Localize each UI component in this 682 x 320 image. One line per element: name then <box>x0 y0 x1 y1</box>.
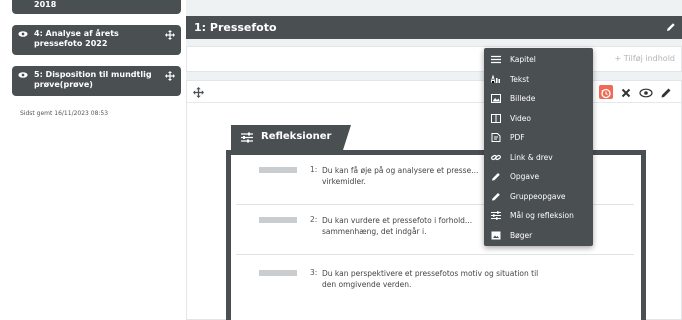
edit-button[interactable] <box>659 85 673 99</box>
sidebar-item-2018[interactable]: 2018 <box>12 0 181 14</box>
link-icon <box>491 154 501 160</box>
sidebar-item-label: 5: Disposition til mundtlig prøve(prøve) <box>34 70 152 89</box>
section-title: 1: Pressefoto <box>194 21 277 34</box>
question-number: 2: <box>310 215 318 224</box>
delete-button[interactable] <box>619 85 633 99</box>
last-saved-text: Sidst gemt 16/11/2023 08:53 <box>20 110 109 117</box>
sliders-icon <box>491 211 501 220</box>
eye-icon[interactable] <box>18 71 28 79</box>
pencil-icon[interactable] <box>666 22 676 32</box>
menu-item-pdf[interactable]: PDF <box>484 128 593 148</box>
sidebar-item-label: 2018 <box>34 0 57 9</box>
menu-item-label: Tekst <box>510 74 530 84</box>
plus-icon: + <box>614 54 624 63</box>
image-icon <box>491 94 501 103</box>
move-icon[interactable] <box>165 30 175 40</box>
section-header[interactable]: 1: Pressefoto <box>186 16 682 39</box>
block-toolbar <box>187 81 681 103</box>
pencil-icon <box>492 173 500 181</box>
question-placeholder-bar <box>259 217 297 223</box>
menu-item-label: Mål og refleksion <box>510 211 574 220</box>
menu-item-label: Opgave <box>510 172 540 181</box>
visibility-button[interactable] <box>639 85 653 99</box>
menu-item-label: PDF <box>510 133 525 142</box>
reflection-question: 3: Du kan perspektivere et pressefotos m… <box>236 258 634 308</box>
sidebar-item-disposition[interactable]: 5: Disposition til mundtlig prøve(prøve) <box>12 66 181 96</box>
reflection-tab: Refleksioner <box>231 125 351 150</box>
menu-item-boeger[interactable]: Bøger <box>484 226 593 246</box>
menu-item-label: Gruppeopgave <box>510 191 566 201</box>
menu-item-label: Link & drev <box>510 152 553 162</box>
menu-item-label: Kapitel <box>510 55 536 64</box>
menu-item-gruppeopgave[interactable]: Gruppeopgave <box>484 187 593 207</box>
menu-item-link[interactable]: Link & drev <box>484 148 593 168</box>
menu-item-tekst[interactable]: Tekst <box>484 70 593 90</box>
book-icon <box>491 231 501 239</box>
menu-item-label: Bøger <box>510 230 533 240</box>
add-content-label: Tilføj indhold <box>623 54 675 63</box>
history-icon <box>601 88 611 99</box>
question-placeholder-bar <box>259 167 297 173</box>
menu-item-label: Video <box>510 113 532 123</box>
block-tools <box>599 85 675 99</box>
question-placeholder-bar <box>259 270 297 276</box>
add-content-row: + Tilføj indhold <box>186 46 682 72</box>
eye-icon <box>639 88 653 98</box>
main-content: 1: Pressefoto + Tilføj indhold Refleksio… <box>186 0 682 320</box>
text-icon <box>491 74 500 83</box>
sidebar: 2018 4: Analyse af årets pressefoto 2022… <box>0 0 186 320</box>
reflection-title: Refleksioner <box>261 131 332 142</box>
question-number: 3: <box>310 268 318 277</box>
close-icon <box>621 88 631 98</box>
list-icon <box>491 55 501 64</box>
sidebar-item-label: 4: Analyse af årets pressefoto 2022 <box>34 29 119 48</box>
add-content-menu: Kapitel Tekst Billede Video PDF Link & d… <box>484 48 593 246</box>
question-text: Du kan perspektivere et pressefotos moti… <box>322 269 539 289</box>
add-content-button[interactable]: + Tilføj indhold <box>615 54 675 63</box>
move-icon[interactable] <box>165 71 175 81</box>
move-icon[interactable] <box>193 87 204 98</box>
pencil-icon <box>492 192 500 200</box>
menu-item-video[interactable]: Video <box>484 109 593 129</box>
menu-item-kapitel[interactable]: Kapitel <box>484 50 593 70</box>
pencil-icon <box>661 88 671 98</box>
history-button[interactable] <box>599 85 613 99</box>
eye-icon[interactable] <box>18 30 28 38</box>
video-icon <box>491 113 501 123</box>
pdf-icon <box>491 133 501 142</box>
menu-item-billede[interactable]: Billede <box>484 89 593 109</box>
question-number: 1: <box>310 165 318 174</box>
menu-item-opgave[interactable]: Opgave <box>484 167 593 187</box>
menu-item-maal[interactable]: Mål og refleksion <box>484 206 593 226</box>
sliders-icon <box>241 132 253 143</box>
menu-item-label: Billede <box>510 94 536 103</box>
sidebar-item-analyse[interactable]: 4: Analyse af årets pressefoto 2022 <box>12 25 181 55</box>
